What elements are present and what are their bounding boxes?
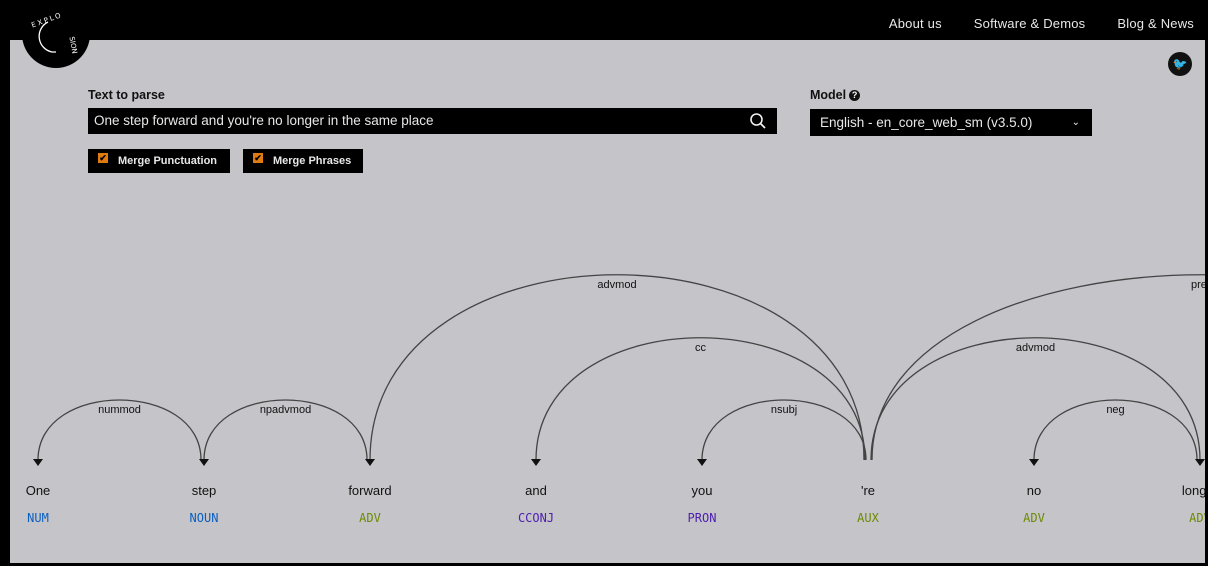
arc-label: cc	[695, 342, 707, 354]
dependency-arc	[535, 337, 866, 461]
arrowhead-icon	[33, 459, 43, 466]
token-word: no	[1027, 483, 1041, 498]
token-tag: CCONJ	[518, 511, 554, 525]
dependency-arc	[871, 274, 1205, 461]
arc-label: prep	[1191, 279, 1205, 291]
arrowhead-icon	[531, 459, 541, 466]
nav-links: About us Software & Demos Blog & News	[889, 16, 1194, 31]
dependency-parse-visualization: One NUM step NOUN forward ADV and CCONJ you PRON '…	[26, 274, 1205, 525]
token-tag: ADV	[1189, 511, 1205, 525]
token-word: and	[525, 483, 547, 498]
arc-label: npadvmod	[260, 404, 311, 416]
arc-label: advmod	[597, 279, 636, 291]
nav-about-us[interactable]: About us	[889, 16, 942, 31]
token-word: 're	[861, 483, 875, 498]
token-tag: NUM	[27, 511, 49, 525]
arrowhead-icon	[365, 459, 375, 466]
token-word: step	[192, 483, 217, 498]
arc-label: nsubj	[771, 404, 797, 416]
token-tag: NOUN	[190, 511, 219, 525]
arrowhead-icon	[1195, 459, 1205, 466]
svg-text:SION: SION	[68, 36, 79, 54]
top-navigation-bar: About us Software & Demos Blog & News	[0, 0, 1208, 40]
token-tag: AUX	[857, 511, 879, 525]
arc-label: nummod	[98, 404, 141, 416]
arc-label: neg	[1106, 404, 1124, 416]
arrowhead-icon	[199, 459, 209, 466]
arrowhead-icon	[697, 459, 707, 466]
token-word: longer	[1182, 483, 1205, 498]
token-word: One	[26, 483, 51, 498]
nav-blog-news[interactable]: Blog & News	[1117, 16, 1194, 31]
token-tag: ADV	[1023, 511, 1045, 525]
arc-label: advmod	[1016, 342, 1055, 354]
nav-software-demos[interactable]: Software & Demos	[974, 16, 1086, 31]
svg-text:EXPLO: EXPLO	[30, 11, 63, 30]
token-tag: ADV	[359, 511, 381, 525]
dependency-arc	[870, 337, 1201, 461]
token-word: forward	[348, 483, 391, 498]
main-content: 🐦 Text to parse One step forward and you…	[10, 40, 1205, 563]
token-tag: PRON	[688, 511, 717, 525]
token-word: you	[692, 483, 713, 498]
dependency-arc	[369, 274, 865, 461]
explosion-logo[interactable]: EXPLO SION	[22, 0, 90, 68]
arrowhead-icon	[1029, 459, 1039, 466]
